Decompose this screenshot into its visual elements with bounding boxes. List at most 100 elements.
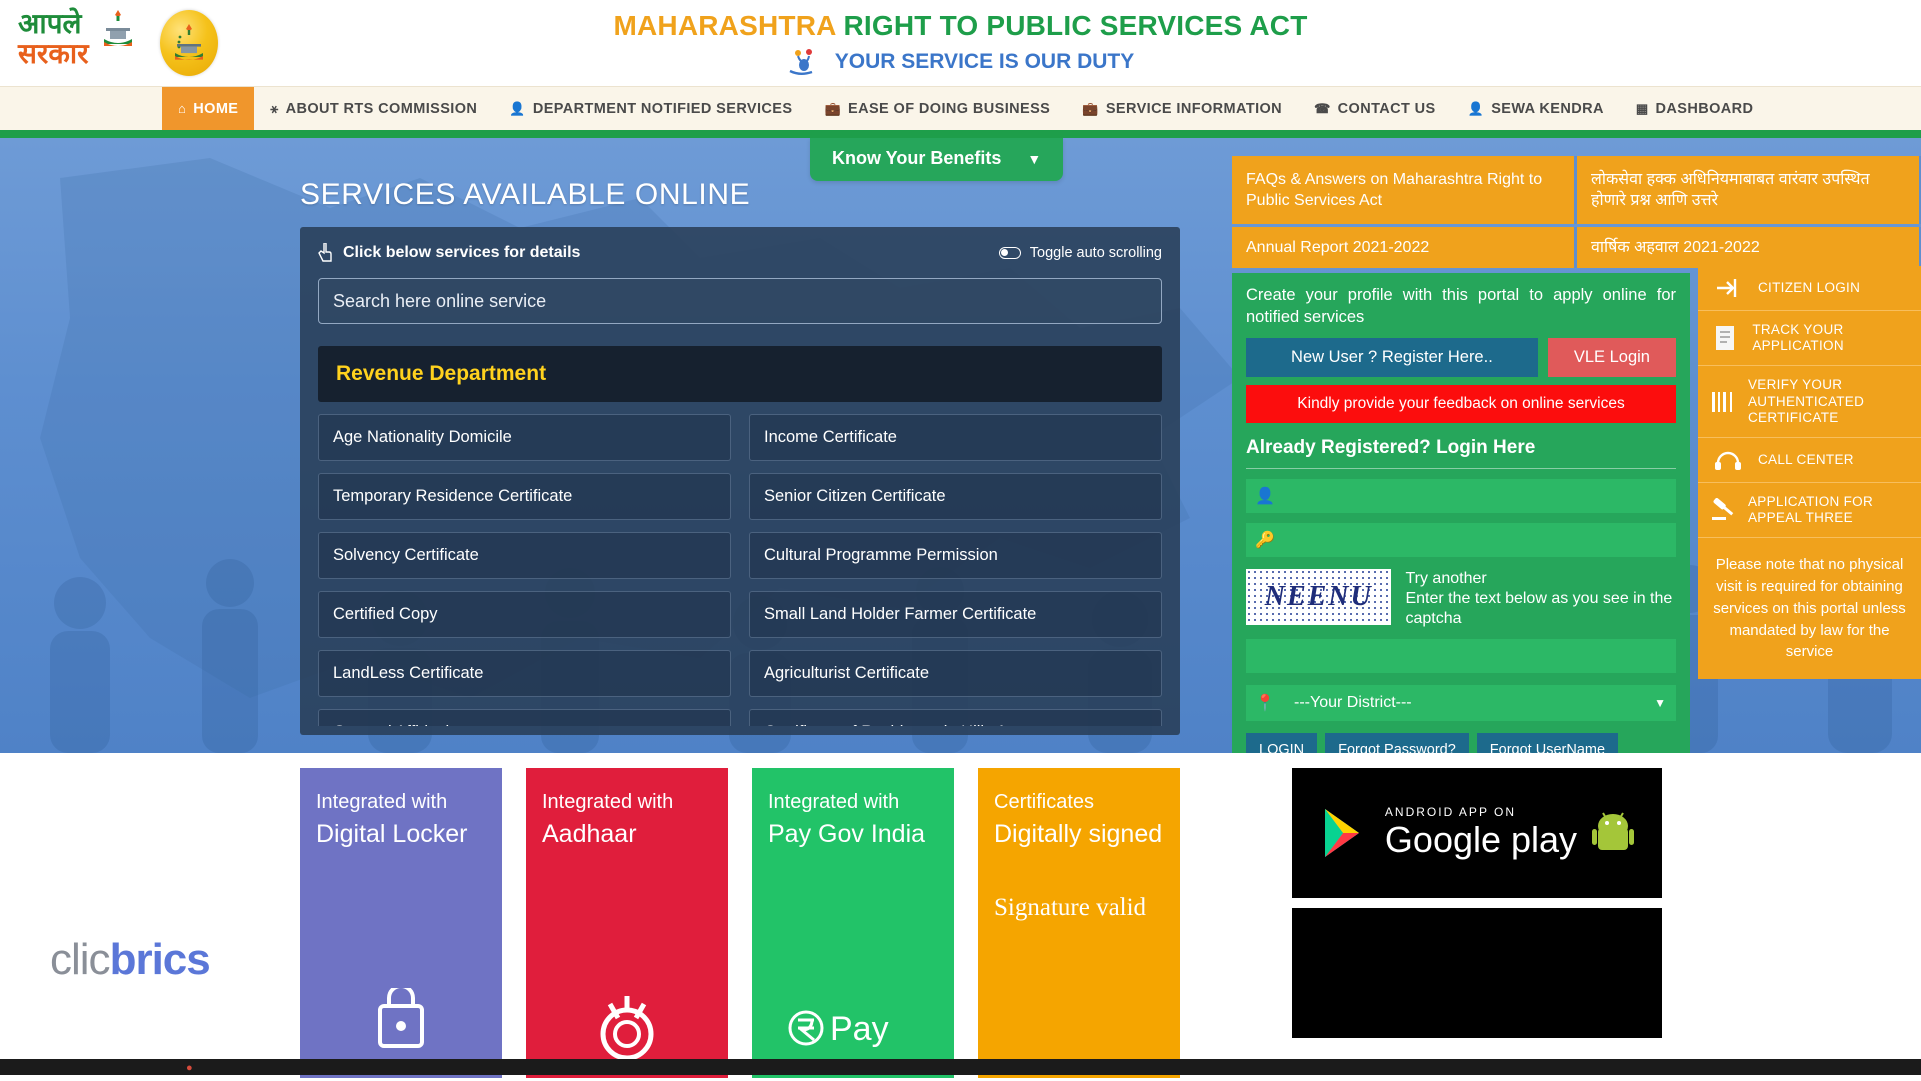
service-item[interactable]: Certified Copy: [318, 591, 731, 638]
nav-item-dashboard[interactable]: ▦ DASHBOARD: [1620, 87, 1770, 130]
know-your-benefits-label: Know Your Benefits: [832, 148, 1002, 168]
integration-tiles: Integrated with Digital Locker Integrate…: [300, 768, 1180, 1078]
phone-icon: ☎: [1314, 101, 1331, 116]
headset-icon: [1710, 449, 1746, 471]
nav-item-service-information[interactable]: 💼 SERVICE INFORMATION: [1066, 87, 1298, 130]
service-item[interactable]: General Affidavit: [318, 709, 731, 726]
register-button-row: New User ? Register Here.. VLE Login: [1246, 338, 1676, 378]
nav-item-department-notified-services[interactable]: 👤 DEPARTMENT NOTIFIED SERVICES: [493, 87, 808, 130]
main-navigation: ⌂ HOME ⚹ ABOUT RTS COMMISSION 👤 DEPARTME…: [0, 86, 1921, 130]
vle-login-button[interactable]: VLE Login: [1547, 338, 1676, 378]
page-subtitle: YOUR SERVICE IS OUR DUTY: [834, 50, 1135, 73]
department-header[interactable]: Revenue Department: [318, 346, 1162, 402]
nav-label-department: DEPARTMENT NOTIFIED SERVICES: [532, 100, 793, 117]
annual-report-english-link[interactable]: Annual Report 2021-2022: [1232, 227, 1577, 269]
barcode-icon: [1710, 390, 1736, 414]
service-item[interactable]: Income Certificate: [749, 414, 1162, 461]
search-input[interactable]: [318, 278, 1162, 324]
tile-pay-gov-india[interactable]: Integrated with Pay Gov India Pay: [752, 768, 954, 1078]
google-play-icon: [1324, 809, 1359, 857]
service-item[interactable]: Small Land Holder Farmer Certificate: [749, 591, 1162, 638]
user-icon: 👤: [1467, 101, 1485, 116]
briefcase-icon: 💼: [1082, 101, 1099, 116]
tile-digital-locker[interactable]: Integrated with Digital Locker: [300, 768, 502, 1078]
username-input[interactable]: [1284, 479, 1676, 514]
faq-row: FAQs & Answers on Maharashtra Right to P…: [1232, 156, 1921, 225]
nav-item-sewa-kendra[interactable]: 👤 SEWA KENDRA: [1452, 87, 1620, 130]
service-item[interactable]: Age Nationality Domicile: [318, 414, 731, 461]
tile-aadhaar[interactable]: Integrated with Aadhaar: [526, 768, 728, 1078]
os-taskbar: ●: [0, 1059, 1921, 1075]
toggle-switch-icon[interactable]: [998, 247, 1021, 259]
captcha-image: NEENU: [1246, 569, 1392, 626]
briefcase-icon: 💼: [824, 101, 842, 116]
annual-report-marathi-link[interactable]: वार्षिक अहवाल 2021-2022: [1577, 227, 1921, 269]
annual-report-row: Annual Report 2021-2022 वार्षिक अहवाल 20…: [1232, 227, 1921, 269]
play-badge-large-text: Google play: [1384, 819, 1578, 860]
sidebar-note: Please note that no physical visit is re…: [1713, 556, 1906, 661]
android-robot-icon: [1592, 812, 1635, 850]
page-title: MAHARASHTRA RIGHT TO PUBLIC SERVICES ACT: [0, 10, 1921, 42]
service-item[interactable]: Cultural Programme Permission: [749, 532, 1162, 579]
google-play-badge[interactable]: ANDROID APP ON Google play: [1292, 768, 1662, 898]
paygov-icon: Pay: [788, 1010, 889, 1048]
sidebar-label-verify-certificate: VERIFY YOUR AUTHENTICATED CERTIFICATE: [1748, 377, 1865, 425]
sidebar-item-appeal-three[interactable]: APPLICATION FOR APPEAL THREE: [1698, 483, 1921, 539]
auto-scroll-toggle[interactable]: Toggle auto scrolling: [998, 245, 1162, 261]
nav-item-home[interactable]: ⌂ HOME: [162, 87, 255, 130]
sidebar-item-track-application[interactable]: TRACK YOUR APPLICATION: [1698, 311, 1921, 367]
captcha-try-another-link[interactable]: Try another: [1405, 569, 1676, 589]
secondary-app-badge[interactable]: [1292, 908, 1662, 1038]
sidebar-label-track-application: TRACK YOUR APPLICATION: [1752, 322, 1844, 354]
title-part-2: RIGHT TO PUBLIC SERVICES ACT: [843, 10, 1308, 41]
play-badge-small-text: ANDROID APP ON: [1384, 805, 1517, 819]
aaple-sarkar-logo[interactable]: आपले सरकार: [18, 10, 146, 76]
forgot-password-button[interactable]: Forgot Password?: [1325, 732, 1469, 753]
password-input[interactable]: [1284, 523, 1676, 558]
service-item[interactable]: Temporary Residence Certificate: [318, 473, 731, 520]
service-item[interactable]: Solvency Certificate: [318, 532, 731, 579]
forgot-username-button[interactable]: Forgot UserName: [1476, 732, 1619, 753]
district-select[interactable]: ---Your District---: [1284, 684, 1676, 721]
tile-line-1: Integrated with: [316, 791, 448, 813]
faq-english-link[interactable]: FAQs & Answers on Maharashtra Right to P…: [1232, 156, 1577, 225]
nav-item-about-rts-commission[interactable]: ⚹ ABOUT RTS COMMISSION: [254, 87, 493, 130]
taskbar-indicator: ●: [186, 1062, 193, 1074]
sidebar-item-call-center[interactable]: CALL CENTER: [1698, 438, 1921, 483]
clicbrics-logo: clicbrics: [50, 935, 211, 985]
site-header: आपले सरकार MAHARASHTRA RIGHT TO PUBLIC S…: [0, 0, 1921, 86]
pointing-hand-icon: [318, 243, 332, 262]
register-button[interactable]: New User ? Register Here..: [1246, 338, 1538, 378]
service-item[interactable]: LandLess Certificate: [318, 650, 731, 697]
nav-label-home: HOME: [193, 100, 239, 117]
service-item[interactable]: Agriculturist Certificate: [749, 650, 1162, 697]
captcha-input[interactable]: [1246, 638, 1676, 673]
sidebar-item-citizen-login[interactable]: CITIZEN LOGIN: [1698, 266, 1921, 311]
gavel-icon: [1710, 498, 1736, 522]
captcha-row: NEENU Try another Enter the text below a…: [1246, 569, 1676, 628]
service-item[interactable]: Senior Citizen Certificate: [749, 473, 1162, 520]
faq-marathi-link[interactable]: लोकसेवा हक्क अधिनियमाबाबत वारंवार उपस्थि…: [1577, 156, 1921, 225]
govt-emblem-icon: [175, 24, 203, 60]
aadhaar-icon: [600, 996, 654, 1061]
nav-item-ease-of-doing-business[interactable]: 💼 EASE OF DOING BUSINESS: [808, 87, 1066, 130]
chevron-down-icon: ▼: [1027, 150, 1042, 167]
logo-area[interactable]: आपले सरकार: [0, 10, 218, 76]
emblem-circle-logo[interactable]: [160, 10, 218, 76]
sidebar-item-verify-certificate[interactable]: VERIFY YOUR AUTHENTICATED CERTIFICATE: [1698, 366, 1921, 438]
nav-label-ease: EASE OF DOING BUSINESS: [848, 100, 1051, 117]
sidebar-label-call-center: CALL CENTER: [1758, 451, 1854, 467]
dashboard-icon: ▦: [1635, 101, 1649, 116]
nav-label-sewa-kendra: SEWA KENDRA: [1491, 100, 1604, 117]
know-your-benefits-button[interactable]: Know Your Benefits ▼: [810, 138, 1064, 181]
page-subtitle-row: YOUR SERVICE IS OUR DUTY: [0, 48, 1921, 76]
nav-label-service-info: SERVICE INFORMATION: [1105, 100, 1283, 117]
tile-digitally-signed[interactable]: Certificates Digitally signed Signature …: [978, 768, 1180, 1078]
services-hint-label: Click below services for details: [343, 244, 581, 261]
login-button[interactable]: LOGIN: [1246, 732, 1318, 753]
already-registered-heading: Already Registered? Login Here: [1246, 437, 1676, 470]
sidebar-label-appeal-three: APPLICATION FOR APPEAL THREE: [1748, 493, 1874, 526]
nav-item-contact-us[interactable]: ☎ CONTACT US: [1298, 87, 1452, 130]
service-item[interactable]: Certificate of Residence in Hilly Area: [749, 709, 1162, 726]
feedback-button[interactable]: Kindly provide your feedback on online s…: [1246, 385, 1676, 424]
